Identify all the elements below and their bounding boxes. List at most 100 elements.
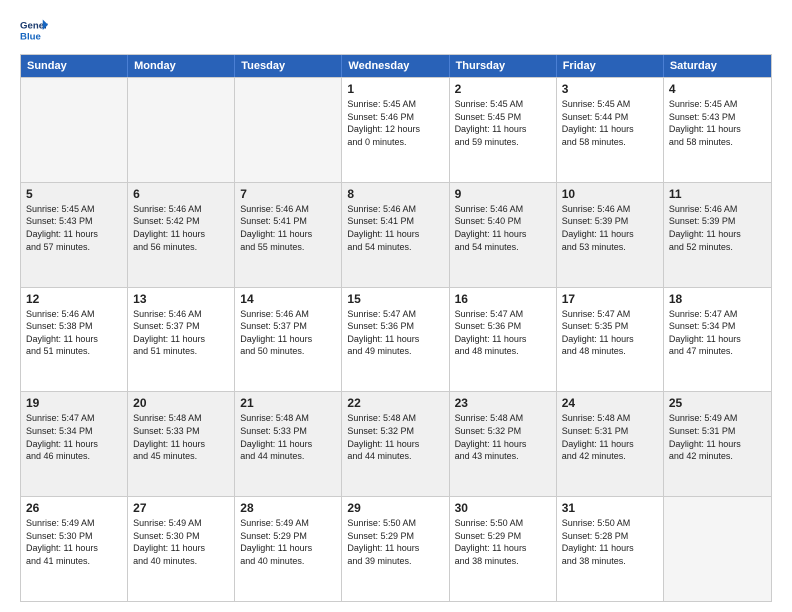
day-info: Sunrise: 5:47 AM Sunset: 5:36 PM Dayligh… [347,308,443,358]
cal-cell: 22Sunrise: 5:48 AM Sunset: 5:32 PM Dayli… [342,392,449,496]
day-info: Sunrise: 5:45 AM Sunset: 5:45 PM Dayligh… [455,98,551,148]
day-info: Sunrise: 5:45 AM Sunset: 5:43 PM Dayligh… [26,203,122,253]
day-info: Sunrise: 5:47 AM Sunset: 5:34 PM Dayligh… [669,308,766,358]
cal-cell: 25 Sunrise: 5:49 AM Sunset: 5:31 PM Dayli… [664,392,771,496]
cal-cell: 10 Sunrise: 5:46 AM Sunset: 5:39 PM Dayli… [557,183,664,287]
calendar-row-4: 19 Sunrise: 5:47 AM Sunset: 5:34 PM Dayli… [21,391,771,496]
day-info: Sunrise: 5:47 AM Sunset: 5:36 PM Dayligh… [455,308,551,358]
calendar-row-5: 26 Sunrise: 5:49 AM Sunset: 5:30 PM Dayli… [21,496,771,601]
cal-cell: 23 Sunrise: 5:48 AM Sunset: 5:32 PM Dayli… [450,392,557,496]
day-header-friday: Friday [557,55,664,77]
day-number: 18 [669,292,766,306]
cal-cell: 26 Sunrise: 5:49 AM Sunset: 5:30 PM Dayli… [21,497,128,601]
cal-cell [21,78,128,182]
day-info: Sunrise: 5:50 AM Sunset: 5:28 PM Dayligh… [562,517,658,567]
day-info: Sunrise: 5:46 AM Sunset: 5:42 PM Dayligh… [133,203,229,253]
cal-cell: 18 Sunrise: 5:47 AM Sunset: 5:34 PM Dayli… [664,288,771,392]
day-info: Sunrise: 5:49 AM Sunset: 5:30 PM Dayligh… [26,517,122,567]
day-number: 1 [347,82,443,96]
day-number: 3 [562,82,658,96]
day-info: Sunrise: 5:45 AM Sunset: 5:44 PM Dayligh… [562,98,658,148]
svg-text:Blue: Blue [20,32,41,43]
cal-cell: 29 Sunrise: 5:50 AM Sunset: 5:29 PM Dayli… [342,497,449,601]
calendar: SundayMondayTuesdayWednesdayThursdayFrid… [20,54,772,602]
cal-cell [664,497,771,601]
cal-cell: 31 Sunrise: 5:50 AM Sunset: 5:28 PM Dayli… [557,497,664,601]
cal-cell: 24Sunrise: 5:48 AM Sunset: 5:31 PM Dayli… [557,392,664,496]
day-info: Sunrise: 5:47 AM Sunset: 5:35 PM Dayligh… [562,308,658,358]
day-info: Sunrise: 5:46 AM Sunset: 5:37 PM Dayligh… [240,308,336,358]
day-header-wednesday: Wednesday [342,55,449,77]
day-number: 10 [562,187,658,201]
day-info: Sunrise: 5:49 AM Sunset: 5:29 PM Dayligh… [240,517,336,567]
cal-cell: 3 Sunrise: 5:45 AM Sunset: 5:44 PM Daylig… [557,78,664,182]
day-number: 19 [26,396,122,410]
cal-cell [235,78,342,182]
cal-cell [128,78,235,182]
day-number: 20 [133,396,229,410]
cal-cell: 5 Sunrise: 5:45 AM Sunset: 5:43 PM Daylig… [21,183,128,287]
day-number: 17 [562,292,658,306]
logo-icon: General Blue [20,16,48,44]
cal-cell: 21Sunrise: 5:48 AM Sunset: 5:33 PM Dayli… [235,392,342,496]
day-info: Sunrise: 5:50 AM Sunset: 5:29 PM Dayligh… [347,517,443,567]
day-number: 30 [455,501,551,515]
day-info: Sunrise: 5:46 AM Sunset: 5:41 PM Dayligh… [240,203,336,253]
day-info: Sunrise: 5:45 AM Sunset: 5:43 PM Dayligh… [669,98,766,148]
day-number: 25 [669,396,766,410]
cal-cell: 4 Sunrise: 5:45 AM Sunset: 5:43 PM Daylig… [664,78,771,182]
day-info: Sunrise: 5:48 AM Sunset: 5:33 PM Dayligh… [240,412,336,462]
cal-cell: 15 Sunrise: 5:47 AM Sunset: 5:36 PM Dayli… [342,288,449,392]
day-info: Sunrise: 5:49 AM Sunset: 5:30 PM Dayligh… [133,517,229,567]
cal-cell: 27 Sunrise: 5:49 AM Sunset: 5:30 PM Dayli… [128,497,235,601]
day-number: 12 [26,292,122,306]
day-number: 4 [669,82,766,96]
calendar-row-2: 5 Sunrise: 5:45 AM Sunset: 5:43 PM Daylig… [21,182,771,287]
day-number: 8 [347,187,443,201]
day-header-tuesday: Tuesday [235,55,342,77]
day-info: Sunrise: 5:46 AM Sunset: 5:37 PM Dayligh… [133,308,229,358]
day-info: Sunrise: 5:48 AM Sunset: 5:32 PM Dayligh… [347,412,443,462]
day-header-thursday: Thursday [450,55,557,77]
day-number: 31 [562,501,658,515]
day-info: Sunrise: 5:46 AM Sunset: 5:39 PM Dayligh… [669,203,766,253]
page: General Blue SundayMondayTuesdayWednesda… [0,0,792,612]
day-number: 29 [347,501,443,515]
day-number: 23 [455,396,551,410]
day-number: 26 [26,501,122,515]
calendar-row-3: 12 Sunrise: 5:46 AM Sunset: 5:38 PM Dayli… [21,287,771,392]
cal-cell: 11 Sunrise: 5:46 AM Sunset: 5:39 PM Dayli… [664,183,771,287]
day-info: Sunrise: 5:48 AM Sunset: 5:33 PM Dayligh… [133,412,229,462]
day-info: Sunrise: 5:49 AM Sunset: 5:31 PM Dayligh… [669,412,766,462]
day-number: 15 [347,292,443,306]
day-header-sunday: Sunday [21,55,128,77]
calendar-header-row: SundayMondayTuesdayWednesdayThursdayFrid… [21,55,771,77]
cal-cell: 28Sunrise: 5:49 AM Sunset: 5:29 PM Dayli… [235,497,342,601]
day-info: Sunrise: 5:50 AM Sunset: 5:29 PM Dayligh… [455,517,551,567]
cal-cell: 19 Sunrise: 5:47 AM Sunset: 5:34 PM Dayli… [21,392,128,496]
day-info: Sunrise: 5:48 AM Sunset: 5:32 PM Dayligh… [455,412,551,462]
cal-cell: 30 Sunrise: 5:50 AM Sunset: 5:29 PM Dayli… [450,497,557,601]
day-info: Sunrise: 5:46 AM Sunset: 5:38 PM Dayligh… [26,308,122,358]
cal-cell: 20 Sunrise: 5:48 AM Sunset: 5:33 PM Dayli… [128,392,235,496]
day-number: 9 [455,187,551,201]
cal-cell: 13Sunrise: 5:46 AM Sunset: 5:37 PM Dayli… [128,288,235,392]
cal-cell: 8 Sunrise: 5:46 AM Sunset: 5:41 PM Daylig… [342,183,449,287]
day-info: Sunrise: 5:47 AM Sunset: 5:34 PM Dayligh… [26,412,122,462]
calendar-row-1: 1Sunrise: 5:45 AM Sunset: 5:46 PM Daylig… [21,77,771,182]
day-info: Sunrise: 5:46 AM Sunset: 5:39 PM Dayligh… [562,203,658,253]
day-header-monday: Monday [128,55,235,77]
day-number: 11 [669,187,766,201]
logo: General Blue [20,16,48,44]
day-number: 5 [26,187,122,201]
cal-cell: 1Sunrise: 5:45 AM Sunset: 5:46 PM Daylig… [342,78,449,182]
day-info: Sunrise: 5:48 AM Sunset: 5:31 PM Dayligh… [562,412,658,462]
cal-cell: 12 Sunrise: 5:46 AM Sunset: 5:38 PM Dayli… [21,288,128,392]
cal-cell: 6Sunrise: 5:46 AM Sunset: 5:42 PM Daylig… [128,183,235,287]
cal-cell: 17 Sunrise: 5:47 AM Sunset: 5:35 PM Dayli… [557,288,664,392]
day-number: 27 [133,501,229,515]
header: General Blue [20,16,772,44]
day-info: Sunrise: 5:46 AM Sunset: 5:40 PM Dayligh… [455,203,551,253]
cal-cell: 2Sunrise: 5:45 AM Sunset: 5:45 PM Daylig… [450,78,557,182]
day-info: Sunrise: 5:46 AM Sunset: 5:41 PM Dayligh… [347,203,443,253]
